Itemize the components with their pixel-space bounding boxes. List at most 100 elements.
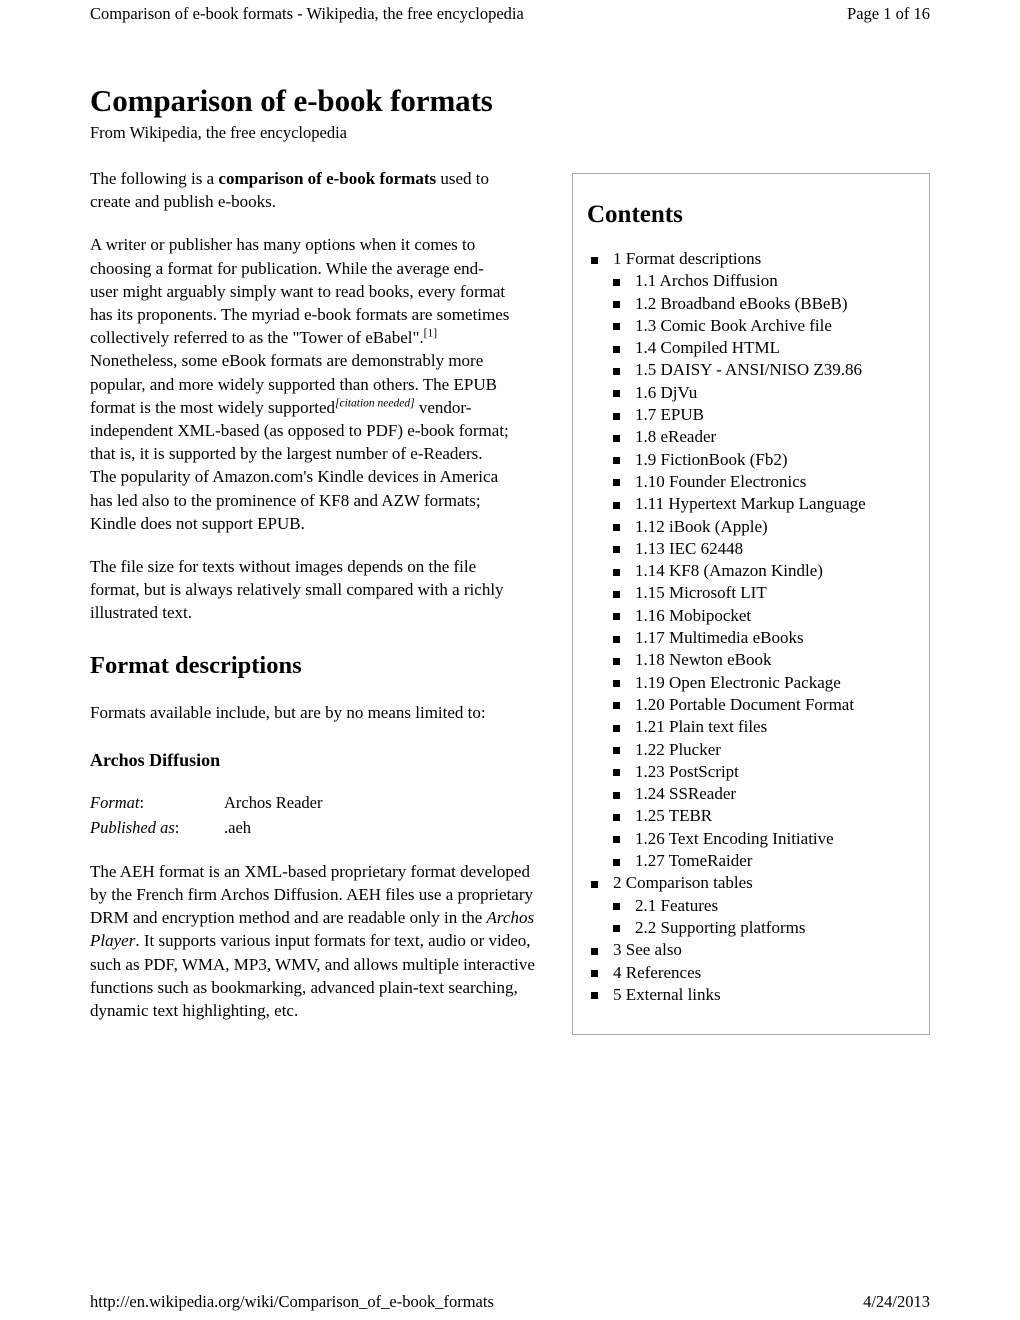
intro-1-pre: The following is a: [90, 169, 219, 188]
bullet-square-icon: [613, 769, 620, 777]
definition-term-label: Published as: [90, 817, 175, 837]
bullet-square-icon: [613, 635, 620, 643]
toc-item-label: 1.5 DAISY - ANSI/NISO Z39.86: [635, 360, 862, 380]
toc-item-level2[interactable]: 1.13 IEC 62448: [609, 538, 915, 560]
toc-item-level2[interactable]: 1.20 Portable Document Format: [609, 694, 915, 716]
toc-item-label: 1.13 IEC 62448: [635, 538, 744, 558]
intro-2-part-c: vendor-independent XML-based (as opposed…: [90, 397, 509, 533]
print-footer-url: http://en.wikipedia.org/wiki/Comparison_…: [90, 1292, 494, 1311]
definition-term-colon: :: [139, 792, 145, 812]
bullet-square-icon: [613, 657, 620, 665]
toc-item-level2[interactable]: 1.26 Text Encoding Initiative: [609, 828, 915, 850]
toc-item-level2[interactable]: 1.17 Multimedia eBooks: [609, 627, 915, 649]
toc-item-label: 1.6 DjVu: [635, 382, 698, 402]
definition-term: Format:: [90, 790, 224, 815]
bullet-square-icon: [613, 903, 620, 911]
toc-item-level2[interactable]: 2.2 Supporting platforms: [609, 917, 915, 939]
toc-item-label: 1.23 PostScript: [635, 761, 739, 781]
toc-item-level2[interactable]: 1.24 SSReader: [609, 783, 915, 805]
definition-term: Published as:: [90, 815, 224, 840]
toc-item-level1[interactable]: 5 External links: [583, 984, 915, 1006]
toc-item-level2[interactable]: 1.15 Microsoft LIT: [609, 582, 915, 604]
bullet-square-icon: [613, 925, 620, 933]
toc-item-level2[interactable]: 1.2 Broadband eBooks (BBeB): [609, 293, 915, 315]
toc-item-level2[interactable]: 1.18 Newton eBook: [609, 649, 915, 671]
toc-item-label: 2.2 Supporting platforms: [635, 917, 806, 937]
page-content: Comparison of e-book formats From Wikipe…: [90, 82, 930, 1045]
toc-item-label: 1.8 eReader: [635, 427, 717, 447]
bullet-square-icon: [613, 345, 620, 353]
toc-item-level2[interactable]: 1.1 Archos Diffusion: [609, 270, 915, 292]
toc-item-level2[interactable]: 1.25 TEBR: [609, 805, 915, 827]
toc-item-label: 1.7 EPUB: [635, 405, 704, 425]
toc-item-label: 2.1 Features: [635, 895, 719, 915]
toc-item-label: 1.18 Newton eBook: [635, 650, 772, 670]
toc-item-label: 1.27 TomeRaider: [635, 851, 753, 871]
citation-ref-1[interactable]: [1]: [424, 328, 437, 340]
bullet-square-icon: [613, 613, 620, 621]
definition-term-colon: :: [174, 817, 180, 837]
toc-item-level1[interactable]: 1 Format descriptions: [583, 248, 915, 270]
toc-item-level2[interactable]: 1.21 Plain text files: [609, 716, 915, 738]
toc-sublist: 2.1 Features 2.2 Supporting platforms: [583, 895, 915, 940]
toc-item-level2[interactable]: 1.12 iBook (Apple): [609, 516, 915, 538]
toc-item-level2[interactable]: 2.1 Features: [609, 895, 915, 917]
toc-item-label: 1.21 Plain text files: [635, 717, 768, 737]
toc-sublist-holder: 2.1 Features 2.2 Supporting platforms: [583, 895, 915, 940]
bullet-square-icon: [613, 501, 620, 509]
intro-paragraph-1: The following is a comparison of e-book …: [90, 167, 510, 213]
toc-item-level2[interactable]: 1.6 DjVu: [609, 382, 915, 404]
toc-item-label: 4 References: [613, 962, 702, 982]
citation-needed-tag[interactable]: [citation needed]: [335, 397, 415, 409]
print-header: Comparison of e-book formats - Wikipedia…: [90, 4, 930, 24]
bullet-square-icon: [591, 992, 598, 1000]
toc-item-level2[interactable]: 1.10 Founder Electronics: [609, 471, 915, 493]
toc-item-level2[interactable]: 1.9 FictionBook (Fb2): [609, 449, 915, 471]
toc-item-level2[interactable]: 1.5 DAISY - ANSI/NISO Z39.86: [609, 359, 915, 381]
bullet-square-icon: [613, 479, 620, 487]
toc-item-level2[interactable]: 1.16 Mobipocket: [609, 605, 915, 627]
bullet-square-icon: [613, 791, 620, 799]
toc-item-level2[interactable]: 1.11 Hypertext Markup Language: [609, 493, 915, 515]
bullet-square-icon: [591, 970, 598, 977]
toc-item-label: 1.15 Microsoft LIT: [635, 583, 767, 603]
toc-item-label: 1.14 KF8 (Amazon Kindle): [635, 561, 823, 581]
aeh-part-a: The AEH format is an XML-based proprieta…: [90, 861, 534, 928]
toc-item-label: 1.19 Open Electronic Package: [635, 672, 841, 692]
toc-item-label: 1.20 Portable Document Format: [635, 694, 855, 714]
toc-item-level2[interactable]: 1.8 eReader: [609, 426, 915, 448]
formats-available-paragraph: Formats available include, but are by no…: [90, 702, 486, 722]
toc-item-level2[interactable]: 1.7 EPUB: [609, 404, 915, 426]
toc-item-level1[interactable]: 4 References: [583, 962, 915, 984]
toc-item-label: 1.1 Archos Diffusion: [635, 271, 778, 291]
toc-item-label: 1.17 Multimedia eBooks: [635, 628, 804, 648]
bullet-square-icon: [591, 880, 598, 888]
bullet-square-icon: [613, 747, 620, 755]
toc-title: Contents: [587, 201, 683, 228]
toc-item-label: 1.22 Plucker: [635, 739, 721, 759]
bullet-square-icon: [613, 680, 620, 688]
definition-value: Archos Reader: [224, 792, 323, 812]
bullet-square-icon: [613, 546, 620, 554]
toc-item-level2[interactable]: 1.19 Open Electronic Package: [609, 672, 915, 694]
bullet-square-icon: [613, 301, 620, 309]
article-tagline: From Wikipedia, the free encyclopedia: [90, 123, 347, 142]
print-header-title: Comparison of e-book formats - Wikipedia…: [90, 4, 524, 23]
toc-item-label: 1.16 Mobipocket: [635, 605, 752, 625]
toc-item-level2[interactable]: 1.23 PostScript: [609, 761, 915, 783]
toc-item-level2[interactable]: 1.4 Compiled HTML: [609, 337, 915, 359]
toc-item-level2[interactable]: 1.27 TomeRaider: [609, 850, 915, 872]
aeh-part-b: . It supports various input formats for …: [90, 931, 535, 1021]
toc-item-level2[interactable]: 1.22 Plucker: [609, 739, 915, 761]
toc-item-level2[interactable]: 1.14 KF8 (Amazon Kindle): [609, 560, 915, 582]
toc-item-label: 1.4 Compiled HTML: [635, 338, 780, 358]
toc-item-level2[interactable]: 1.3 Comic Book Archive file: [609, 315, 915, 337]
definition-row: Format: Archos Reader: [90, 790, 510, 815]
toc-item-level1[interactable]: 2 Comparison tables: [583, 872, 915, 894]
print-footer-date: 4/24/2013: [863, 1292, 930, 1311]
toc-item-label: 2 Comparison tables: [613, 873, 753, 893]
bullet-square-icon: [591, 947, 598, 955]
bullet-square-icon: [613, 323, 620, 331]
toc-item-level1[interactable]: 3 See also: [583, 939, 915, 961]
archos-definition-list: Format: Archos Reader Published as: .aeh: [90, 790, 510, 840]
